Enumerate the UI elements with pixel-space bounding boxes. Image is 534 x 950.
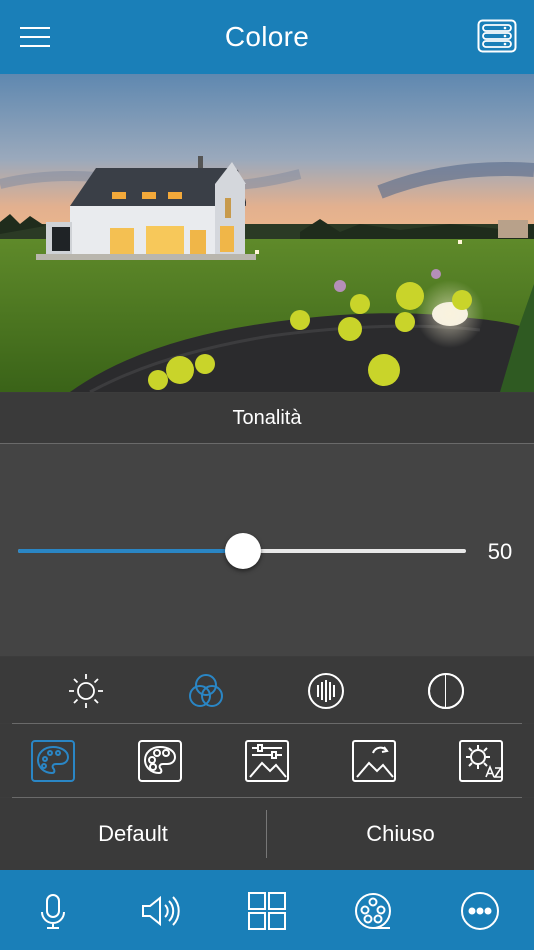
slider-thumb[interactable] bbox=[225, 533, 261, 569]
hamburger-menu-icon[interactable] bbox=[20, 24, 52, 50]
adjustment-label: Tonalità bbox=[0, 393, 534, 444]
picture-mode-icon[interactable] bbox=[351, 739, 397, 783]
brightness-icon[interactable] bbox=[66, 671, 106, 711]
color-palette-icon[interactable] bbox=[137, 739, 183, 783]
auto-settings-icon[interactable] bbox=[458, 739, 504, 783]
color-icon[interactable] bbox=[186, 671, 226, 711]
more-icon[interactable] bbox=[459, 890, 501, 932]
close-button[interactable]: Chiuso bbox=[267, 798, 534, 870]
contrast-icon[interactable] bbox=[426, 671, 466, 711]
preview-image bbox=[0, 74, 534, 392]
picture-adjust-icon[interactable] bbox=[244, 739, 290, 783]
preset-row bbox=[0, 724, 534, 797]
volume-icon[interactable] bbox=[139, 890, 181, 932]
picture-mode-row bbox=[0, 657, 534, 723]
media-icon[interactable] bbox=[352, 890, 394, 932]
default-button[interactable]: Default bbox=[0, 798, 266, 870]
microphone-icon[interactable] bbox=[32, 890, 74, 932]
bottom-navigation bbox=[0, 870, 534, 950]
device-list-icon[interactable] bbox=[477, 19, 517, 53]
slider-value: 50 bbox=[487, 539, 513, 564]
top-app-bar: Colore bbox=[0, 0, 534, 74]
page-title: Colore bbox=[224, 21, 310, 52]
grid-icon[interactable] bbox=[246, 890, 288, 932]
hue-slider[interactable] bbox=[18, 533, 466, 569]
slider-panel: 50 bbox=[0, 444, 534, 656]
palette-icon[interactable] bbox=[30, 739, 76, 783]
action-buttons: Default Chiuso bbox=[0, 798, 534, 870]
sharpness-icon[interactable] bbox=[306, 671, 346, 711]
slider-fill bbox=[18, 549, 243, 553]
